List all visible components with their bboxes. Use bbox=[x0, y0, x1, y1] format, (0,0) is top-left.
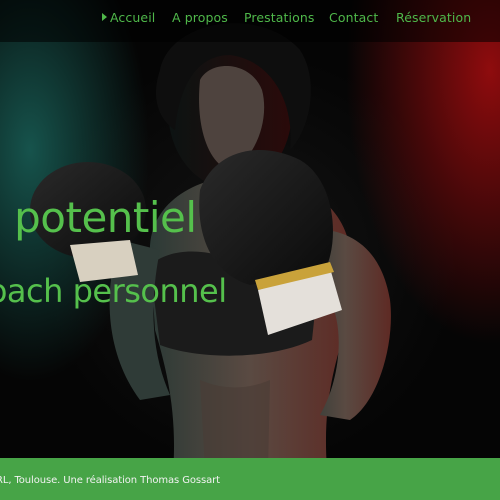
caret-right-icon bbox=[102, 13, 107, 21]
nav-link-a-propos[interactable]: A propos bbox=[172, 10, 228, 25]
nav-link-label: Prestations bbox=[244, 10, 315, 25]
nav-link-label: A propos bbox=[172, 10, 228, 25]
top-navigation-bar: Accueil A propos Prestations Contact Rés… bbox=[0, 0, 500, 42]
footer-bar: © SARRL, Toulouse. Une réalisation Thoma… bbox=[0, 458, 500, 500]
nav-link-accueil[interactable]: Accueil bbox=[102, 10, 155, 25]
nav-link-contact[interactable]: Contact bbox=[329, 10, 378, 25]
nav-link-label: Accueil bbox=[110, 10, 156, 25]
footer-credits: © SARRL, Toulouse. Une réalisation Thoma… bbox=[0, 475, 220, 486]
nav-link-label: Réservation bbox=[396, 10, 472, 25]
nav-link-prestations[interactable]: Prestations bbox=[244, 10, 315, 25]
page: Accueil A propos Prestations Contact Rés… bbox=[0, 0, 500, 500]
hero-headline: ton potentiel bbox=[0, 193, 197, 242]
hero-subline: Coach personnel bbox=[0, 272, 227, 310]
nav-link-label: Contact bbox=[329, 10, 379, 25]
nav-link-reservation[interactable]: Réservation bbox=[396, 10, 471, 25]
hero-photo-boxer bbox=[0, 0, 500, 500]
